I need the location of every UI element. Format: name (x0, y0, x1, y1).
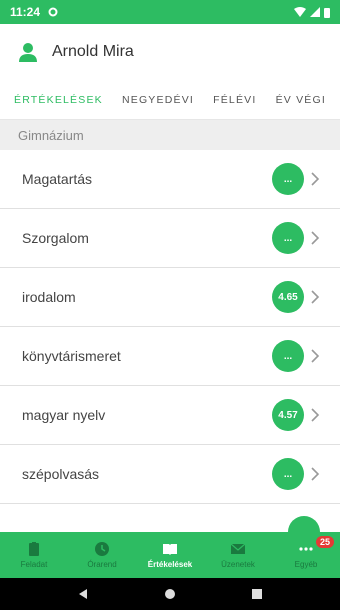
chevron-right-icon (311, 290, 320, 304)
average-badge: 4.65 (272, 281, 304, 313)
mail-icon (230, 543, 246, 554)
average-badge: ... (272, 163, 304, 195)
nav-label: Egyéb (294, 560, 318, 569)
list-item[interactable]: irodalom 4.65 (0, 268, 340, 327)
user-row[interactable]: Arnold Mira (0, 24, 340, 80)
nav-label: Értékelések (147, 560, 193, 569)
nav-orarend[interactable]: Órarend (68, 532, 136, 578)
section-header: Gimnázium (0, 120, 340, 150)
list-item[interactable]: szépolvasás ... (0, 445, 340, 504)
chevron-right-icon (311, 408, 320, 422)
list-item[interactable]: Szorgalom ... (0, 209, 340, 268)
home-icon[interactable] (164, 588, 176, 600)
chevron-right-icon (311, 349, 320, 363)
nav-uzenetek[interactable]: Üzenetek (204, 532, 272, 578)
section-title: Gimnázium (18, 127, 84, 143)
subject-label: Szorgalom (22, 230, 89, 246)
status-icons (294, 7, 330, 18)
average-badge: ... (272, 222, 304, 254)
subject-label: irodalom (22, 289, 76, 305)
settings-icon (48, 7, 58, 17)
list-item[interactable]: könyvtárismeret ... (0, 327, 340, 386)
subject-label: magyar nyelv (22, 407, 106, 423)
clock-icon (95, 542, 109, 556)
subject-label: szépolvasás (22, 466, 100, 482)
more-icon (299, 547, 313, 551)
nav-egyeb[interactable]: Egyéb 25 (272, 532, 340, 578)
list-item[interactable]: Magatartás ... (0, 150, 340, 209)
nav-label: Üzenetek (221, 560, 255, 569)
signal-icon (310, 7, 320, 17)
nav-label: Feladat (20, 560, 48, 569)
chevron-right-icon (311, 467, 320, 481)
person-icon (19, 43, 37, 62)
tab-felevi[interactable]: Félévi (213, 94, 256, 106)
bottom-nav: Feladat Órarend Értékelések Üzenetek Egy… (0, 532, 340, 578)
subject-label: könyvtárismeret (22, 348, 121, 364)
battery-icon (324, 7, 330, 18)
notification-badge: 25 (315, 536, 334, 548)
nav-feladat[interactable]: Feladat (0, 532, 68, 578)
status-time: 11:24 (10, 5, 41, 19)
subject-list: Magatartás ... Szorgalom ... irodalom 4.… (0, 150, 340, 504)
chevron-right-icon (311, 231, 320, 245)
book-icon (163, 544, 177, 555)
average-badge: ... (272, 340, 304, 372)
wifi-icon (294, 7, 306, 17)
average-badge: 4.57 (272, 399, 304, 431)
tab-negyedevi[interactable]: Negyedévi (122, 94, 194, 106)
status-bar: 11:24 (0, 0, 340, 24)
system-nav-bar (0, 578, 340, 610)
tab-bar: Értékelések Negyedévi Félévi Év végi (0, 80, 340, 120)
chevron-right-icon (311, 172, 320, 186)
user-name: Arnold Mira (52, 43, 134, 60)
subject-label: Magatartás (22, 171, 93, 187)
list-item[interactable]: magyar nyelv 4.57 (0, 386, 340, 445)
nav-label: Órarend (87, 560, 117, 569)
average-badge: ... (272, 458, 304, 490)
clipboard-icon (29, 542, 39, 556)
tab-ertekelesek[interactable]: Értékelések (14, 94, 103, 106)
back-icon[interactable] (77, 588, 89, 600)
recents-icon[interactable] (251, 588, 263, 600)
tab-ev-vegi[interactable]: Év végi (276, 94, 326, 106)
nav-ertekelesek[interactable]: Értékelések (136, 532, 204, 578)
